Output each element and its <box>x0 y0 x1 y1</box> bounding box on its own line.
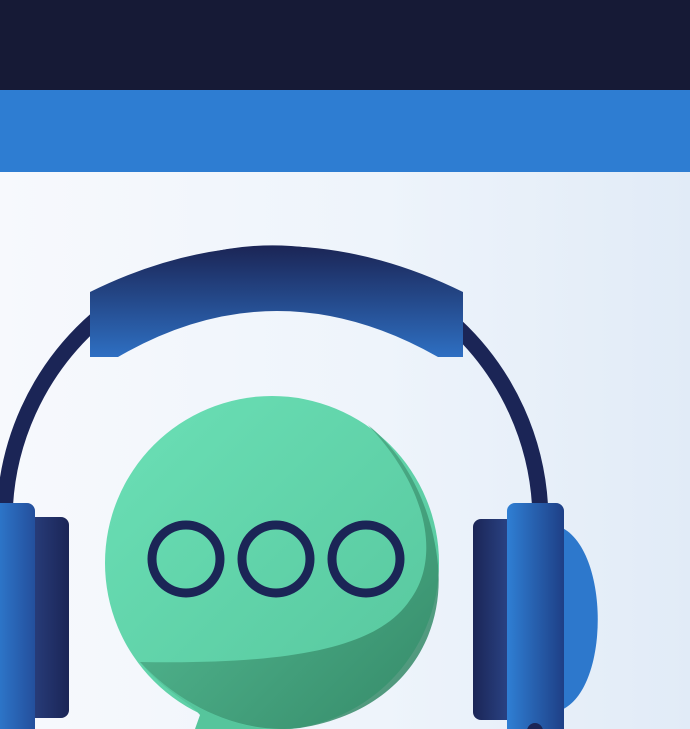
support-illustration-frame <box>0 0 690 729</box>
right-ear-cup <box>507 503 564 729</box>
top-bar <box>0 0 690 90</box>
headband-cushion <box>90 246 463 357</box>
accent-bar <box>0 90 690 172</box>
headset-support-icon <box>0 245 598 729</box>
left-ear-cup <box>0 503 35 729</box>
